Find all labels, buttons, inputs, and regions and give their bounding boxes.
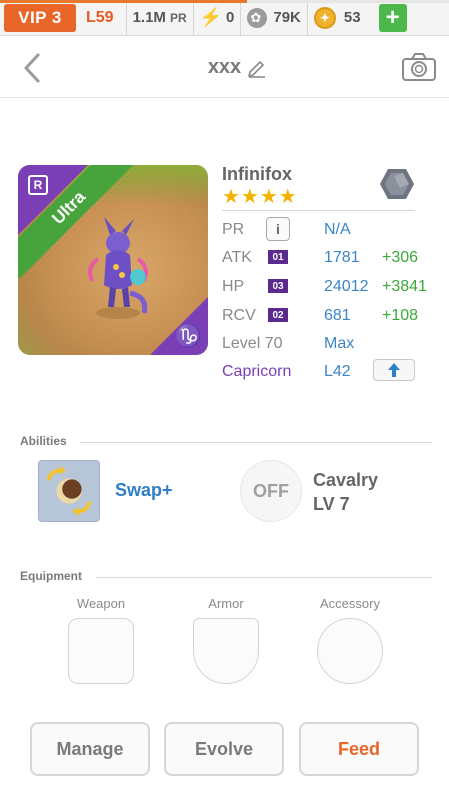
star-rating: ★★★★ xyxy=(222,186,298,208)
stat-row-hp: HP 03 24012 +3841 xyxy=(222,274,442,300)
energy-value: 0 xyxy=(226,9,235,26)
stat-rank-tag: 03 xyxy=(268,279,288,293)
xp-progress-fill xyxy=(0,0,247,3)
stat-value: 1781 xyxy=(324,249,360,266)
abilities-divider xyxy=(80,442,432,443)
coin-counter[interactable]: ✦ 53 xyxy=(308,0,367,36)
paw-icon xyxy=(247,7,268,28)
power-unit: PR xyxy=(169,10,187,25)
coin-value: 53 xyxy=(343,9,361,26)
gem-icon[interactable] xyxy=(378,166,416,202)
stats-divider xyxy=(222,210,415,211)
header: xxx xyxy=(0,36,449,98)
ability-primary-name[interactable]: Swap+ xyxy=(115,480,173,501)
equipment-divider xyxy=(96,577,432,578)
arrow-up-icon xyxy=(388,363,400,377)
vip-badge[interactable]: VIP 3 xyxy=(4,3,76,32)
info-icon[interactable]: i xyxy=(266,217,290,241)
pet-image xyxy=(88,217,148,319)
level-label: Level 70 xyxy=(222,335,283,352)
add-coins-button[interactable]: + xyxy=(378,3,407,32)
player-level: L59 xyxy=(76,0,127,36)
level-label: L59 xyxy=(86,8,114,26)
level-value: Max xyxy=(324,335,355,352)
pet-detail-screen: VIP 3 L59 1.1M PR ⚡ 0 79K ✦ 53 + xxx xyxy=(0,0,449,800)
stat-label: RCV xyxy=(222,307,256,324)
status-bar: VIP 3 L59 1.1M PR ⚡ 0 79K ✦ 53 + xyxy=(0,0,449,36)
swap-ability-icon[interactable] xyxy=(38,460,100,522)
stat-row-pr: PR i N/A xyxy=(222,217,442,243)
page-title: xxx xyxy=(207,56,242,78)
level-row: Level 70 Max xyxy=(222,331,442,357)
power-counter: 1.1M PR xyxy=(127,0,194,36)
stat-bonus: +3841 xyxy=(382,278,427,295)
stat-row-rcv: RCV 02 681 +108 xyxy=(222,303,442,329)
pet-name: Infinifox xyxy=(222,164,292,184)
stat-label: HP xyxy=(222,278,245,295)
manage-button[interactable]: Manage xyxy=(30,722,150,776)
stat-value: N/A xyxy=(324,221,351,238)
accessory-slot[interactable] xyxy=(317,618,383,684)
accessory-label: Accessory xyxy=(320,596,380,611)
abilities-heading: Abilities xyxy=(20,434,67,448)
weapon-label: Weapon xyxy=(76,596,126,611)
xp-progress-bar xyxy=(0,0,449,3)
pencil-icon[interactable] xyxy=(246,56,268,78)
feed-button[interactable]: Feed xyxy=(299,722,419,776)
stat-rank-tag: 01 xyxy=(268,250,288,264)
sign-value: L42 xyxy=(324,363,351,380)
pet-portrait-card[interactable]: Ultra R ♑ xyxy=(18,165,208,355)
ability-state-label: OFF xyxy=(253,480,289,501)
power-value: 1.1M xyxy=(132,9,166,26)
weapon-slot[interactable] xyxy=(68,618,134,684)
cavalry-ability-icon[interactable]: OFF xyxy=(240,460,302,522)
evolve-button[interactable]: Evolve xyxy=(164,722,284,776)
stat-label: ATK xyxy=(222,249,252,266)
stat-bonus: +108 xyxy=(382,307,419,324)
stat-value: 681 xyxy=(324,307,351,324)
stat-label: PR xyxy=(222,221,245,238)
sign-row: Capricorn L42 xyxy=(222,359,442,385)
stat-bonus: +306 xyxy=(382,249,419,266)
armor-label: Armor xyxy=(208,596,244,611)
capricorn-icon: ♑ xyxy=(174,323,202,348)
ability-secondary-name: Cavalry xyxy=(313,470,379,490)
lightning-icon: ⚡ xyxy=(199,7,223,27)
equipment-heading: Equipment xyxy=(20,569,82,583)
stat-rank-tag: 02 xyxy=(268,308,288,322)
stat-value: 24012 xyxy=(324,278,369,295)
armor-slot[interactable] xyxy=(193,618,259,684)
rank-badge: R xyxy=(28,175,48,195)
upgrade-button[interactable] xyxy=(373,359,415,381)
sign-label: Capricorn xyxy=(222,363,292,380)
ability-secondary-level: LV 7 xyxy=(313,494,350,514)
food-value: 79K xyxy=(273,9,301,26)
energy-counter[interactable]: ⚡ 0 xyxy=(194,0,242,36)
coin-icon: ✦ xyxy=(313,6,336,29)
camera-icon[interactable] xyxy=(401,52,437,82)
food-counter[interactable]: 79K xyxy=(241,0,308,36)
stat-row-atk: ATK 01 1781 +306 xyxy=(222,245,442,271)
